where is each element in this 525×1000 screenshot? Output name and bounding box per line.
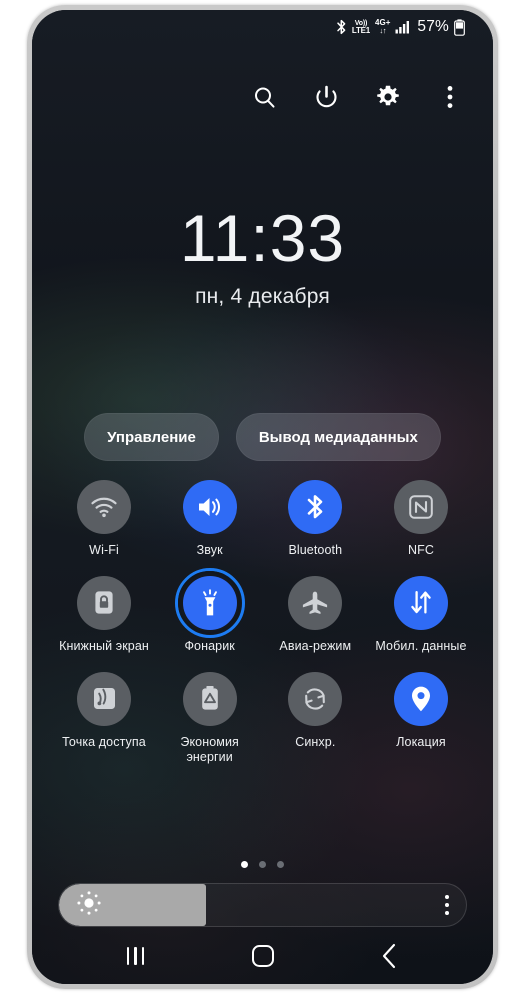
sound-icon <box>182 480 237 534</box>
toggle-label: Книжный экран <box>59 638 149 653</box>
status-bar: Vo)) LTE1 4G+ ↓↑ 57% <box>32 10 493 44</box>
toggle-power-saving[interactable]: Экономия энергии <box>164 671 256 765</box>
toggle-location[interactable]: Локация <box>375 671 467 765</box>
page-dot-3[interactable] <box>277 861 284 868</box>
back-icon[interactable] <box>362 933 418 979</box>
nfc-icon <box>393 480 448 534</box>
page-dot-1[interactable] <box>241 861 248 868</box>
airplane-icon <box>288 575 343 630</box>
toggle-wifi[interactable]: Wi-Fi <box>58 480 150 558</box>
toggle-mobile-data[interactable]: Мобил. данные <box>375 575 467 654</box>
lockscreen-clock-block: 11:33 пн, 4 декабря <box>32 205 493 309</box>
toggle-hotspot[interactable]: Точка доступа <box>58 671 150 765</box>
quick-settings-row: Книжный экран Фонарик Авиа-режим Мобил. … <box>58 567 467 654</box>
battery-icon <box>454 18 465 36</box>
hotspot-icon <box>77 671 131 726</box>
brightness-more-icon[interactable] <box>445 895 449 915</box>
toggle-label: Звук <box>196 543 223 557</box>
bluetooth-icon <box>336 19 347 35</box>
phone-screen: Vo)) LTE1 4G+ ↓↑ 57% 11:33 пн, 4 декабря… <box>32 10 493 984</box>
volte-indicator: Vo)) LTE1 <box>352 20 370 35</box>
signal-bars-icon <box>395 20 410 34</box>
toggle-rotation-lock[interactable]: Книжный экран <box>58 575 150 654</box>
location-pin-icon <box>393 671 448 726</box>
more-vertical-icon[interactable] <box>433 80 467 114</box>
quick-settings-row: Wi-Fi Звук Bluetooth NFC <box>58 480 467 558</box>
power-icon[interactable] <box>309 80 343 114</box>
data-arrows-icon: ↓↑ <box>379 26 386 36</box>
toggle-sound[interactable]: Звук <box>164 480 256 558</box>
home-icon[interactable] <box>235 933 291 979</box>
screenshot-root: Vo)) LTE1 4G+ ↓↑ 57% 11:33 пн, 4 декабря… <box>0 0 525 1000</box>
search-icon[interactable] <box>247 80 281 114</box>
battery-percent-label: 57% <box>417 18 449 35</box>
page-indicator <box>32 861 493 868</box>
clock-date: пн, 4 декабря <box>195 285 330 308</box>
power-saving-icon <box>182 671 237 726</box>
sync-icon <box>288 671 343 726</box>
network-type-indicator: 4G+ ↓↑ <box>375 18 390 36</box>
toggle-label: Экономия энергии <box>180 734 239 764</box>
toggle-label: Фонарик <box>184 638 235 653</box>
toggle-label: Wi-Fi <box>89 543 119 557</box>
quick-settings-row: Точка доступа Экономия энергии Синхр. Ло… <box>58 671 467 765</box>
toggle-airplane-mode[interactable]: Авиа-режим <box>269 575 361 654</box>
page-dot-2[interactable] <box>259 861 266 868</box>
gear-icon[interactable] <box>371 80 405 114</box>
control-pill[interactable]: Управление <box>84 413 219 461</box>
toggle-label: Синхр. <box>295 734 336 749</box>
mobile-data-icon <box>393 575 448 630</box>
toggle-label: Bluetooth <box>288 543 343 557</box>
toggle-label: Мобил. данные <box>375 638 467 653</box>
rotation-lock-icon <box>77 575 131 630</box>
bluetooth-icon <box>288 480 343 534</box>
wifi-icon <box>77 480 131 534</box>
brightness-slider[interactable] <box>58 883 467 927</box>
toggle-label: Локация <box>396 734 446 749</box>
quick-settings-grid: Wi-Fi Звук Bluetooth NFC Книжный экран Ф… <box>32 480 493 777</box>
volte-line2: LTE1 <box>351 25 371 35</box>
toggle-sync[interactable]: Синхр. <box>269 671 361 765</box>
toggle-nfc[interactable]: NFC <box>375 480 467 558</box>
flashlight-icon <box>174 567 245 638</box>
toggle-flashlight[interactable]: Фонарик <box>164 567 256 654</box>
toggle-bluetooth[interactable]: Bluetooth <box>269 480 361 558</box>
toggle-label: NFC <box>407 543 434 557</box>
clock-time: 11:33 <box>179 201 346 275</box>
recents-icon[interactable] <box>108 933 164 979</box>
toggle-label: Точка доступа <box>62 734 146 749</box>
media-output-pill[interactable]: Вывод медиаданных <box>235 413 441 461</box>
quick-panel-header <box>32 80 493 114</box>
brightness-slider-fill <box>59 884 206 926</box>
navigation-bar <box>32 928 493 984</box>
brightness-sun-icon <box>77 890 101 920</box>
toggle-label: Авиа-режим <box>279 638 352 653</box>
brightness-slider-wrapper <box>58 883 467 927</box>
quick-action-pills: Управление Вывод медиаданных <box>32 413 493 461</box>
